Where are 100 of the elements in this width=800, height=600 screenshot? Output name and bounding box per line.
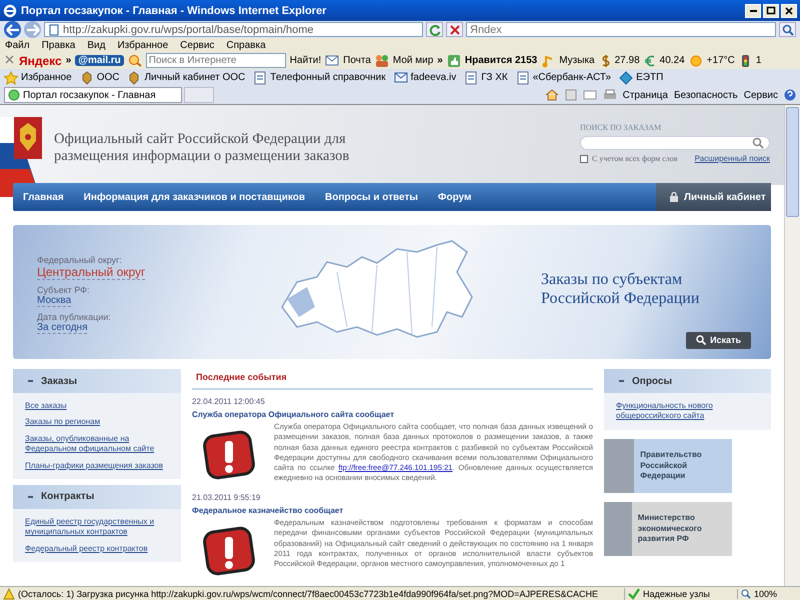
sidebar-link[interactable]: Все заказы: [25, 401, 169, 412]
favorites-button[interactable]: Избранное: [21, 72, 72, 83]
photo-placeholder: [604, 438, 634, 493]
toolbar-item[interactable]: 27.98: [614, 55, 640, 66]
menu-item[interactable]: Сервис: [180, 40, 214, 50]
filter-link[interactable]: Москва: [37, 295, 72, 307]
sidebar-link[interactable]: Заказы, опубликованные на Федеральном официальном сайте: [25, 434, 169, 455]
toolbar-item[interactable]: Нравится 2153: [464, 55, 538, 66]
refresh-button[interactable]: [426, 22, 443, 37]
page-icon: [516, 70, 530, 84]
zoom-control[interactable]: 100%: [737, 588, 797, 598]
toolbar-logo[interactable]: @mail.ru: [75, 55, 124, 66]
panel-header[interactable]: Заказы: [13, 369, 181, 393]
menu-item[interactable]: Избранное: [117, 40, 168, 50]
maximize-button[interactable]: [763, 4, 779, 18]
find-button[interactable]: Найти!: [290, 55, 322, 66]
sun-icon: [688, 54, 703, 68]
page-icon: [253, 70, 268, 84]
search-field[interactable]: [580, 136, 770, 150]
favorite-link[interactable]: «Сбербанк-АСТ»: [532, 72, 612, 83]
back-button[interactable]: [4, 21, 21, 38]
favorite-link[interactable]: Личный кабинет ООС: [144, 72, 246, 83]
panel-header[interactable]: Опросы: [604, 369, 771, 393]
left-arrow-icon: [6, 24, 20, 36]
toolbar-item[interactable]: Почта: [343, 55, 371, 66]
browser-tab[interactable]: Портал госзакупок - Главная: [4, 87, 182, 103]
close-icon: [784, 6, 794, 16]
euro-icon: [644, 54, 656, 68]
lock-icon: [670, 192, 678, 202]
field-label: Дата публикации:: [37, 312, 112, 322]
close-button[interactable]: [781, 4, 797, 18]
help-icon: [784, 89, 796, 101]
toolbar-item[interactable]: Музыка: [559, 55, 595, 66]
address-field[interactable]: http://zakupki.gov.ru/wps/portal/base/topmain/home: [44, 22, 423, 37]
search-field[interactable]: Поиск в Интернете: [146, 53, 286, 68]
menu-item[interactable]: Вид: [87, 40, 106, 50]
section-title: Последние события: [192, 369, 593, 390]
menu-item[interactable]: Файл: [5, 40, 30, 50]
panel-header[interactable]: Контракты: [13, 484, 181, 509]
chevron-button[interactable]: »: [437, 55, 443, 66]
search-label: ПОИСК ПО ЗАКАЗАМ: [580, 123, 662, 132]
nav-link[interactable]: Информация для заказчиков и поставщиков: [84, 192, 306, 202]
news-headline[interactable]: Федеральное казначейство сообщает: [192, 506, 593, 515]
command-menu[interactable]: Сервис: [744, 90, 778, 100]
page-icon: [464, 70, 478, 84]
checkbox[interactable]: [580, 154, 588, 162]
stop-button[interactable]: [446, 22, 463, 37]
favorite-link[interactable]: ООС: [96, 72, 120, 83]
nav-link[interactable]: Вопросы и ответы: [325, 192, 418, 202]
advanced-search-link[interactable]: Расширенный поиск: [694, 154, 770, 163]
close-icon: [448, 24, 460, 36]
minimize-button[interactable]: [745, 4, 761, 18]
menu-item[interactable]: Правка: [42, 40, 76, 50]
filter-link[interactable]: Центральный округ: [37, 265, 146, 280]
photo-placeholder: [604, 502, 632, 556]
scrollbar[interactable]: [784, 105, 800, 586]
command-menu[interactable]: Безопасность: [674, 90, 738, 100]
printer-icon: [602, 89, 617, 101]
search-button[interactable]: [779, 22, 796, 37]
account-button[interactable]: Личный кабинет: [656, 183, 771, 211]
toolbar-item[interactable]: 40.24: [660, 55, 685, 66]
sidebar-link[interactable]: Функциональность нового общероссийского сайта: [616, 401, 759, 422]
search-icon: [696, 335, 706, 346]
favorite-link[interactable]: fadeeva.iv: [410, 72, 456, 83]
nav-link[interactable]: Главная: [23, 192, 64, 202]
page-icon: [48, 24, 60, 36]
news-date: 21.03.2011 9:55:19: [192, 493, 262, 502]
command-menu[interactable]: Страница: [622, 90, 668, 100]
favorite-link[interactable]: ЕЭТП: [636, 72, 664, 83]
minimize-icon: [750, 10, 756, 12]
toolbar-logo[interactable]: Яндекс: [19, 54, 62, 68]
sidebar-link[interactable]: Планы-графики размещения заказов: [25, 460, 169, 471]
nav-link[interactable]: Форум: [438, 192, 472, 202]
search-icon: [752, 137, 764, 149]
favorite-link[interactable]: Телефонный справочник: [270, 72, 386, 83]
favorite-link[interactable]: ГЗ ХК: [481, 72, 508, 83]
field-label: Федеральный округ:: [37, 255, 123, 265]
search-button[interactable]: Искать: [686, 332, 751, 349]
people-icon: [374, 54, 389, 68]
search-field[interactable]: Яndex: [466, 22, 776, 37]
promo-banner[interactable]: Министерство экономического развития РФ: [604, 502, 732, 556]
refresh-icon: [428, 24, 440, 36]
sidebar-link[interactable]: Единый реестр государственных и муниципальных контрактов: [25, 516, 169, 538]
sidebar-link[interactable]: Федеральный реестр контрактов: [25, 544, 169, 554]
toolbar-item[interactable]: Мой мир: [392, 55, 434, 66]
chevron-button[interactable]: »: [66, 55, 72, 66]
news-date: 22.04.2011 12:00:45: [192, 397, 266, 406]
scroll-thumb[interactable]: [786, 107, 799, 217]
tab-title: Портал госзакупок - Главная: [23, 90, 156, 100]
menu-item[interactable]: Справка: [226, 40, 266, 50]
filter-link[interactable]: За сегодня: [37, 322, 88, 334]
banner-title: Заказы по субъектам Российской Федерации: [541, 271, 700, 308]
promo-banner[interactable]: Правительство Российской Федерации: [604, 438, 732, 493]
right-arrow-icon: [26, 24, 40, 36]
home-icon: [544, 89, 559, 101]
sidebar-link[interactable]: Заказы по регионам: [25, 417, 169, 428]
toolbar-item[interactable]: +17°C: [706, 55, 735, 66]
news-headline[interactable]: Служба оператора Официального сайта сообщает: [192, 410, 593, 419]
toolbar-item[interactable]: 1: [756, 55, 762, 66]
page-loading-icon: [8, 89, 20, 101]
